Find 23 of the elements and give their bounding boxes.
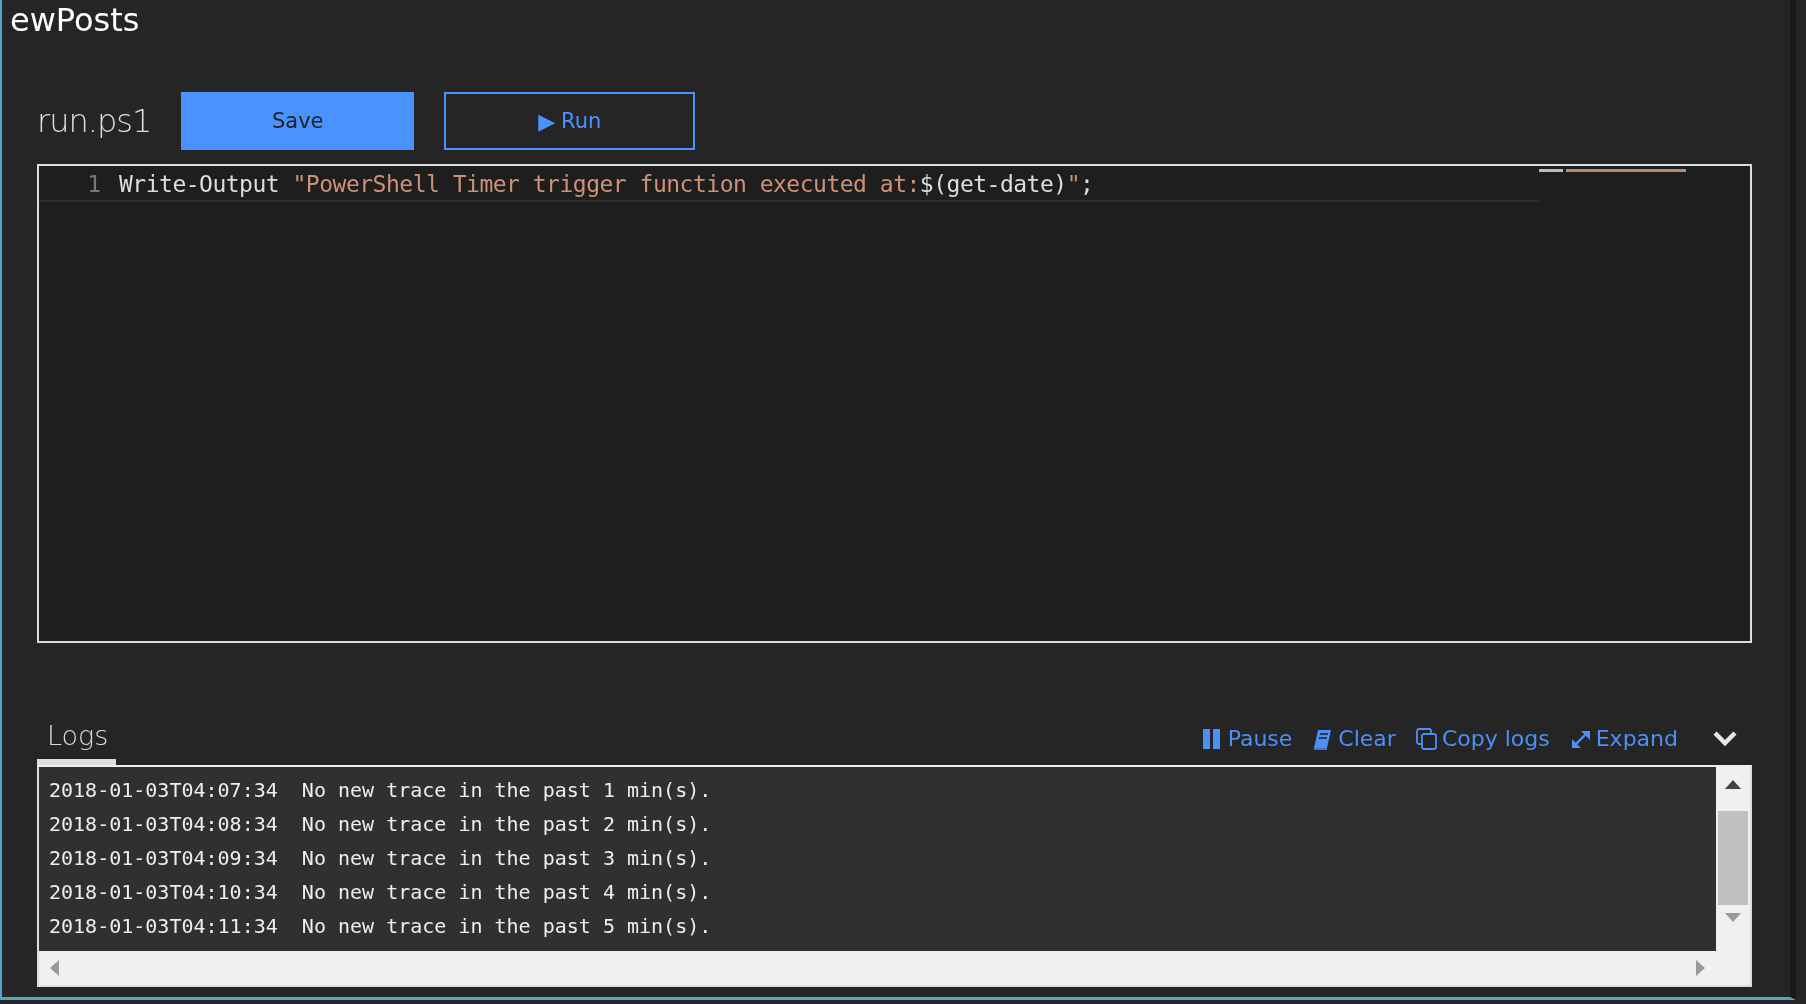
scroll-right-icon — [1696, 960, 1706, 976]
copy-button[interactable]: Copy logs — [1415, 726, 1550, 751]
log-line: 2018-01-03T04:09:34 No new trace in the past 3 min(s). — [49, 845, 713, 872]
file-name: run.ps1 — [37, 102, 152, 140]
scroll-up-icon — [1725, 779, 1741, 789]
log-line: 2018-01-03T04:07:34 No new trace in the past 1 min(s). — [49, 777, 713, 804]
chevron-down-icon[interactable] — [1712, 729, 1738, 748]
expand-button[interactable]: Expand — [1569, 726, 1678, 751]
window-title: ewPosts — [10, 0, 141, 41]
copy-icon — [1415, 727, 1438, 750]
log-line: 2018-01-03T04:08:34 No new trace in the past 2 min(s). — [49, 811, 713, 838]
scroll-thumb[interactable] — [1718, 811, 1748, 905]
code-line: Write-Output "PowerShell Timer trigger function executed at:$(get-date)"; — [119, 171, 1094, 197]
log-line: 2018-01-03T04:11:34 No new trace in the past 5 min(s). — [49, 913, 713, 940]
clear-button[interactable]: Clear — [1312, 726, 1396, 751]
code-editor[interactable]: 1 Write-Output "PowerShell Timer trigger function executed at:$(get-date)"; — [37, 164, 1752, 643]
scroll-left-icon — [49, 960, 59, 976]
log-line: 2018-01-03T04:10:34 No new trace in the past 4 min(s). — [49, 879, 713, 906]
save-button[interactable]: Save — [181, 92, 415, 150]
line-number: 1 — [86, 171, 102, 197]
scroll-down-icon — [1725, 913, 1741, 923]
pause-button[interactable]: Pause — [1201, 726, 1293, 751]
run-button[interactable]: ▶ Run — [444, 92, 696, 150]
